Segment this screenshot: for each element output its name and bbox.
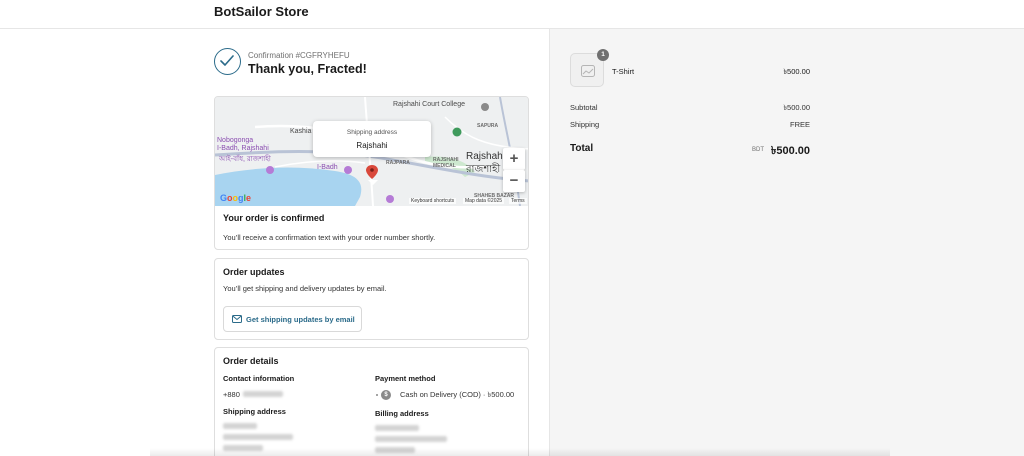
map-label-nobogonga: Nobogonga xyxy=(217,137,254,144)
store-name[interactable]: BotSailor Store xyxy=(214,4,309,19)
contact-info-value: +880 xyxy=(223,390,240,399)
get-shipping-updates-label: Get shipping updates by email xyxy=(246,315,355,324)
mail-icon xyxy=(232,315,242,323)
payment-method-value: Cash on Delivery (COD) · ৳500.00 xyxy=(400,390,515,399)
subtotal-value: ৳500.00 xyxy=(783,103,810,112)
shipping-map[interactable]: Rajshahi Court College Kashia Nobogonga … xyxy=(215,97,528,206)
product-price: ৳500.00 xyxy=(783,67,810,76)
image-placeholder-icon xyxy=(581,65,595,77)
total-value: ৳500.00 xyxy=(770,145,810,157)
redacted-shipping-line xyxy=(223,434,293,440)
map-label-rajpara: RAJPARA xyxy=(386,160,410,166)
order-updates-card: Order updates You’ll get shipping and de… xyxy=(214,258,529,340)
tooltip-value: Rajshahi xyxy=(356,141,388,150)
redacted-billing-line xyxy=(375,436,447,442)
shipping-value: FREE xyxy=(789,120,810,129)
redacted-billing-line xyxy=(375,425,419,431)
map-label-college: Rajshahi Court College xyxy=(393,101,465,108)
shipping-label: Shipping xyxy=(570,120,600,129)
redacted-phone xyxy=(243,391,283,397)
product-name: T-Shirt xyxy=(612,67,635,76)
terms-link[interactable]: Terms xyxy=(509,198,527,204)
bottom-fade xyxy=(150,448,890,456)
map-label-kashia: Kashia xyxy=(290,128,312,135)
map-label-badh-2: I-Badh xyxy=(317,164,338,171)
cash-icon: $ xyxy=(381,390,391,400)
keyboard-shortcuts-link[interactable]: Keyboard shortcuts xyxy=(409,198,457,204)
map-label-rajshahi: Rajshahi xyxy=(466,151,505,162)
order-details-card: Order details Contact information +880 S… xyxy=(214,347,529,456)
order-confirmed-title: Your order is confirmed xyxy=(223,213,325,223)
payment-method-heading: Payment method xyxy=(375,374,436,383)
map-label-badh-bengali: আই-বাঁধ, রাজশাহী xyxy=(219,156,271,163)
check-icon xyxy=(214,48,241,75)
redacted-shipping-line xyxy=(223,423,257,429)
confirmation-number: Confirmation #CGFRYHEFU xyxy=(248,51,350,60)
map-label-rajshahi-bengali: রাজশাহী xyxy=(466,164,501,175)
zoom-in-button[interactable]: + xyxy=(503,148,525,170)
order-summary-sidebar xyxy=(549,29,1024,456)
order-details-title: Order details xyxy=(223,356,279,366)
subtotal-label: Subtotal xyxy=(570,103,598,112)
tooltip-tail xyxy=(368,180,378,185)
google-logo: Google xyxy=(220,193,252,203)
map-label-badh: I-Badh, Rajshahi xyxy=(217,145,269,152)
total-label: Total xyxy=(570,143,594,154)
order-confirmed-card: Rajshahi Court College Kashia Nobogonga … xyxy=(214,96,529,250)
get-shipping-updates-button[interactable]: Get shipping updates by email xyxy=(223,306,362,332)
zoom-out-button[interactable]: − xyxy=(503,170,525,192)
billing-address-heading: Billing address xyxy=(375,409,429,418)
map-label-sapura: SAPURA xyxy=(477,123,499,129)
shipping-address-heading: Shipping address xyxy=(223,407,286,416)
tooltip-title: Shipping address xyxy=(346,129,398,136)
order-updates-title: Order updates xyxy=(223,267,285,277)
order-confirmed-text: You’ll receive a confirmation text with … xyxy=(223,233,436,242)
total-currency: BDT xyxy=(752,147,764,153)
payment-bullet xyxy=(376,394,378,396)
thank-you-heading: Thank you, Fracted! xyxy=(248,62,367,76)
order-updates-text: You’ll get shipping and delivery updates… xyxy=(223,284,387,293)
shipping-address-tooltip: Shipping address Rajshahi xyxy=(313,121,431,185)
quantity-badge: 1 xyxy=(597,49,609,61)
contact-info-heading: Contact information xyxy=(223,374,295,383)
map-data-attribution: Map data ©2025 xyxy=(463,198,505,204)
top-bar: BotSailor Store xyxy=(0,0,1024,29)
